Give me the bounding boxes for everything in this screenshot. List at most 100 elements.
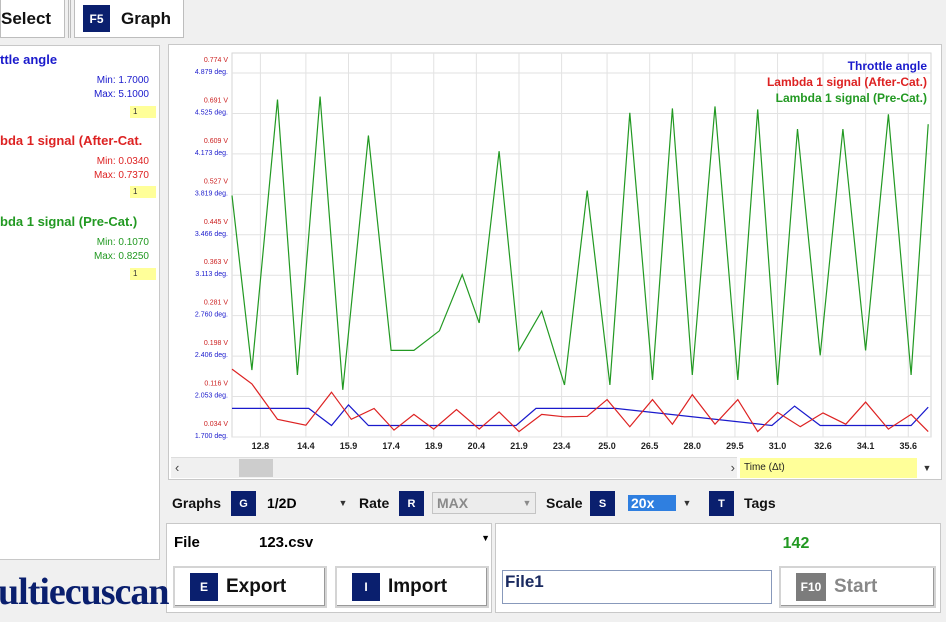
tab-separator — [68, 0, 71, 38]
multiecuscan-window: Select F5 Graph ttle angle Min: 1.7000 M… — [0, 0, 946, 622]
y-tick-deg: 3.466 deg. — [195, 231, 228, 238]
series-scale-badge-after-cat[interactable]: 1 — [130, 186, 156, 198]
file-select[interactable]: 123.csv — [259, 534, 313, 551]
y-tick-volt: 0.116 V — [204, 381, 228, 388]
series-minmax-throttle: Min: 1.7000 Max: 5.1000 — [94, 74, 149, 102]
series-name-after-cat[interactable]: bda 1 signal (After-Cat. — [0, 133, 142, 148]
brand-logo: ultiecuscan — [0, 571, 170, 613]
start-key-badge: F10 — [796, 573, 826, 601]
series-max-pre-cat: Max: 0.8250 — [93, 251, 149, 262]
y-tick-deg: 3.113 deg. — [195, 271, 228, 278]
graph-key-badge: F5 — [83, 5, 110, 32]
recording-name-input[interactable]: File1 — [502, 570, 772, 604]
tab-graph-label: Graph — [121, 8, 172, 28]
sample-count: 142 — [782, 535, 810, 552]
y-tick-deg: 3.819 deg. — [195, 190, 228, 197]
file-label: File — [174, 534, 200, 551]
y-tick-deg: 2.406 deg. — [195, 352, 228, 359]
x-tick-label: 15.9 — [340, 441, 358, 451]
x-tick-label: 31.0 — [769, 441, 787, 451]
line-chart: 0.034 V 1.700 deg. 0.116 V 2.053 deg. 0.198 … — [195, 52, 932, 451]
series-scale-badge-throttle[interactable]: 1 — [130, 106, 156, 118]
tab-select-label: Select — [1, 8, 52, 28]
x-tick-label: 32.6 — [814, 441, 832, 451]
graphs-label: Graphs — [172, 495, 222, 511]
y-tick-volt: 0.774 V — [204, 57, 228, 64]
tab-graph[interactable]: F5 Graph — [74, 0, 184, 38]
x-axis-mode-chevron-icon[interactable]: ▼ — [920, 458, 934, 478]
scale-key-badge: S — [590, 491, 615, 516]
y-tick-volt: 0.198 V — [204, 340, 228, 347]
chart-grid — [231, 52, 932, 438]
scroll-left-icon[interactable]: ‹ — [175, 460, 179, 475]
y-tick-deg: 4.879 deg. — [195, 69, 228, 76]
series-legend-panel: ttle angle Min: 1.7000 Max: 5.1000 1 bda… — [0, 45, 160, 560]
series-max-after-cat: Max: 0.7370 — [93, 170, 149, 181]
rate-chevron-icon[interactable]: ▼ — [520, 493, 534, 513]
plot-area — [231, 52, 932, 438]
file-chevron-icon[interactable]: ▼ — [481, 533, 490, 543]
y-tick-volt: 0.609 V — [204, 138, 228, 145]
y-tick-volt: 0.034 V — [204, 421, 228, 428]
y-tick-deg: 2.760 deg. — [195, 312, 228, 319]
rate-label: Rate — [359, 495, 390, 511]
x-tick-label: 14.4 — [297, 441, 315, 451]
y-tick-deg: 4.525 deg. — [195, 109, 228, 116]
x-tick-label: 35.6 — [900, 441, 918, 451]
series-minmax-after-cat: Min: 0.0340 Max: 0.7370 — [94, 155, 149, 183]
y-tick-volt: 0.281 V — [204, 300, 228, 307]
x-tick-label: 26.5 — [641, 441, 659, 451]
export-button[interactable]: E Export — [173, 566, 327, 608]
x-tick-label: 23.4 — [553, 441, 571, 451]
file-panel: File 123.csv ▼ E Export I Import — [166, 523, 492, 613]
scale-select-value: 20x — [628, 495, 677, 511]
series-name-pre-cat[interactable]: bda 1 signal (Pre-Cat.) — [0, 214, 137, 229]
import-button-label: Import — [388, 576, 448, 597]
series-min-pre-cat: Min: 0.1070 — [96, 237, 149, 248]
x-tick-label: 20.4 — [468, 441, 486, 451]
graph-panel: 0.034 V 1.700 deg. 0.116 V 2.053 deg. 0.198 … — [168, 44, 942, 480]
tab-select[interactable]: Select — [0, 0, 65, 38]
y-tick-volt: 0.363 V — [204, 259, 228, 266]
export-button-label: Export — [226, 576, 287, 597]
y-tick-deg: 4.173 deg. — [195, 150, 228, 157]
y-axis-labels: 0.034 V 1.700 deg. 0.116 V 2.053 deg. 0.198 … — [195, 57, 228, 440]
scroll-thumb[interactable] — [239, 459, 273, 477]
y-tick-deg: 2.053 deg. — [195, 393, 228, 400]
rate-key-badge: R — [399, 491, 424, 516]
y-tick-volt: 0.527 V — [204, 178, 228, 185]
export-key-badge: E — [190, 573, 218, 601]
x-axis-labels: 12.8 14.4 15.9 17.4 18.9 20.4 21.9 23.4 25.0 26.5… — [252, 441, 917, 451]
scale-label: Scale — [546, 495, 583, 511]
y-tick-volt: 0.445 V — [204, 219, 228, 226]
rate-select-value: MAX — [437, 495, 469, 511]
x-tick-label: 12.8 — [252, 441, 270, 451]
graphs-key-badge: G — [231, 491, 256, 516]
series-min-throttle: Min: 1.7000 — [96, 75, 149, 86]
import-key-badge: I — [352, 573, 380, 601]
graphs-select-value: 1/2D — [267, 495, 297, 511]
x-axis-mode-dropdown[interactable]: Time (Δt) — [740, 458, 917, 478]
graphs-chevron-icon[interactable]: ▼ — [336, 493, 350, 513]
series-max-throttle: Max: 5.1000 — [93, 89, 149, 100]
y-tick-volt: 0.691 V — [204, 97, 228, 104]
start-button-label: Start — [834, 576, 878, 597]
graph-horizontal-scrollbar[interactable]: ‹ › — [171, 457, 737, 478]
import-button[interactable]: I Import — [335, 566, 489, 608]
x-tick-label: 17.4 — [382, 441, 400, 451]
x-tick-label: 21.9 — [510, 441, 528, 451]
scroll-right-icon[interactable]: › — [731, 460, 735, 475]
tags-toggle[interactable]: Tags — [744, 495, 776, 511]
scale-chevron-icon[interactable]: ▼ — [680, 493, 694, 513]
series-min-after-cat: Min: 0.0340 — [96, 156, 149, 167]
legend-entry-2: Lambda 1 signal (After-Cat.) — [767, 75, 927, 89]
series-name-throttle[interactable]: ttle angle — [0, 52, 57, 67]
x-tick-label: 28.0 — [684, 441, 702, 451]
tags-key-badge: T — [709, 491, 734, 516]
legend-entry-3: Lambda 1 signal (Pre-Cat.) — [776, 91, 927, 105]
start-button[interactable]: F10 Start — [779, 566, 936, 608]
x-tick-label: 25.0 — [598, 441, 616, 451]
y-tick-deg: 1.700 deg. — [195, 433, 228, 440]
legend-entry-1: Throttle angle — [848, 59, 928, 73]
series-scale-badge-pre-cat[interactable]: 1 — [130, 268, 156, 280]
